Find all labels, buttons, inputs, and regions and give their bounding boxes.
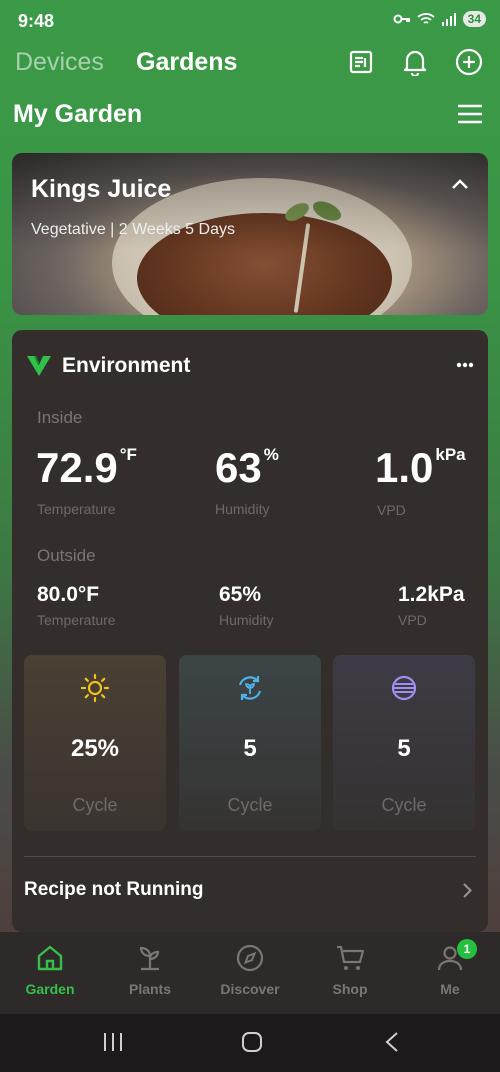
light-cycle-label: Cycle (72, 795, 118, 815)
recipe-status-text: Recipe not Running (24, 879, 204, 900)
nav-me[interactable]: 1 Me (400, 939, 500, 997)
inside-humidity-value: 63% (215, 444, 279, 491)
top-navigation: Devices Gardens (15, 44, 485, 84)
bottom-navigation: Garden Plants Discover Shop 1 Me (0, 932, 500, 1014)
inside-temperature-value: 72.9 °F (36, 444, 137, 491)
inside-temperature-label: Temperature (37, 501, 116, 517)
compass-icon (236, 944, 264, 972)
bell-icon (403, 50, 427, 76)
circulation-fan-value: 5 (243, 735, 257, 762)
outside-temperature-label: Temperature (37, 612, 116, 628)
notifications-button[interactable] (399, 46, 431, 78)
cart-icon (337, 945, 365, 970)
nav-discover[interactable]: Discover (200, 944, 300, 997)
add-button[interactable] (453, 46, 485, 78)
outside-humidity-value: 65% (219, 583, 262, 606)
circulation-fan-icon (238, 676, 262, 700)
signal-icon (441, 13, 456, 26)
sprout-icon (139, 946, 160, 971)
header-actions (345, 46, 485, 78)
tab-devices[interactable]: Devices (15, 48, 104, 77)
more-options-icon[interactable] (456, 362, 474, 368)
home-icon (37, 945, 63, 971)
chevron-right-icon (463, 883, 472, 898)
exhaust-fan-tile[interactable]: 5 Cycle (333, 655, 475, 831)
plant-stage: Vegetative | 2 Weeks 5 Days (31, 221, 235, 238)
tab-gardens[interactable]: Gardens (136, 48, 237, 77)
outside-label: Outside (37, 546, 96, 565)
status-time: 9:48 (18, 11, 55, 31)
plant-name: Kings Juice (31, 175, 172, 203)
journal-button[interactable] (345, 46, 377, 78)
back-icon[interactable] (384, 1031, 400, 1053)
nav-discover-label: Discover (220, 981, 280, 997)
circulation-fan-tile[interactable]: 5 Cycle (179, 655, 321, 831)
nav-garden[interactable]: Garden (0, 944, 100, 997)
brand-logo-icon (27, 355, 51, 376)
inside-humidity-label: Humidity (215, 501, 270, 517)
light-cycle-tile[interactable]: 25% Cycle (24, 655, 166, 831)
recent-apps-icon[interactable] (103, 1031, 123, 1053)
nav-plants-label: Plants (128, 981, 171, 997)
page-title: My Garden (13, 100, 143, 128)
outside-temperature-value: 80.0°F (37, 583, 100, 606)
sun-icon (80, 673, 110, 703)
inside-vpd-value: 1.0 kPa (375, 444, 466, 491)
nav-shop[interactable]: Shop (300, 944, 400, 997)
status-bar: 9:48 34 (0, 0, 500, 42)
exhaust-fan-icon (391, 675, 417, 701)
outside-vpd-value: 1.2kPa (398, 583, 465, 606)
chevron-up-icon[interactable] (452, 179, 468, 189)
nav-shop-label: Shop (332, 981, 368, 997)
environment-title: Environment (62, 354, 191, 377)
system-navigation-bar (0, 1014, 500, 1072)
outside-vpd-label: VPD (398, 612, 427, 628)
home-button-icon[interactable] (241, 1031, 263, 1053)
notification-badge: 1 (457, 939, 477, 959)
light-cycle-value: 25% (70, 735, 120, 762)
menu-icon[interactable] (457, 103, 483, 125)
exhaust-fan-label: Cycle (381, 795, 427, 815)
nav-plants[interactable]: Plants (100, 944, 200, 997)
status-icons: 34 (393, 11, 486, 27)
environment-card: Environment Inside 72.9 °F Temperature 63… (12, 330, 488, 932)
recipe-status-row[interactable]: Recipe not Running (24, 866, 476, 916)
outside-humidity-label: Humidity (219, 612, 274, 628)
journal-icon (349, 50, 373, 74)
wifi-icon (417, 13, 435, 24)
exhaust-fan-value: 5 (397, 735, 411, 762)
nav-me-label: Me (440, 981, 460, 997)
battery-indicator: 34 (462, 11, 486, 27)
plant-card[interactable]: Kings Juice Vegetative | 2 Weeks 5 Days (12, 153, 488, 315)
plus-circle-icon (455, 48, 483, 76)
nav-garden-label: Garden (25, 981, 75, 997)
inside-vpd-label: VPD (377, 502, 406, 518)
environment-header: Environment (26, 354, 190, 378)
divider (24, 856, 476, 857)
inside-label: Inside (37, 408, 83, 427)
key-icon (393, 14, 410, 24)
circulation-fan-label: Cycle (227, 795, 273, 815)
